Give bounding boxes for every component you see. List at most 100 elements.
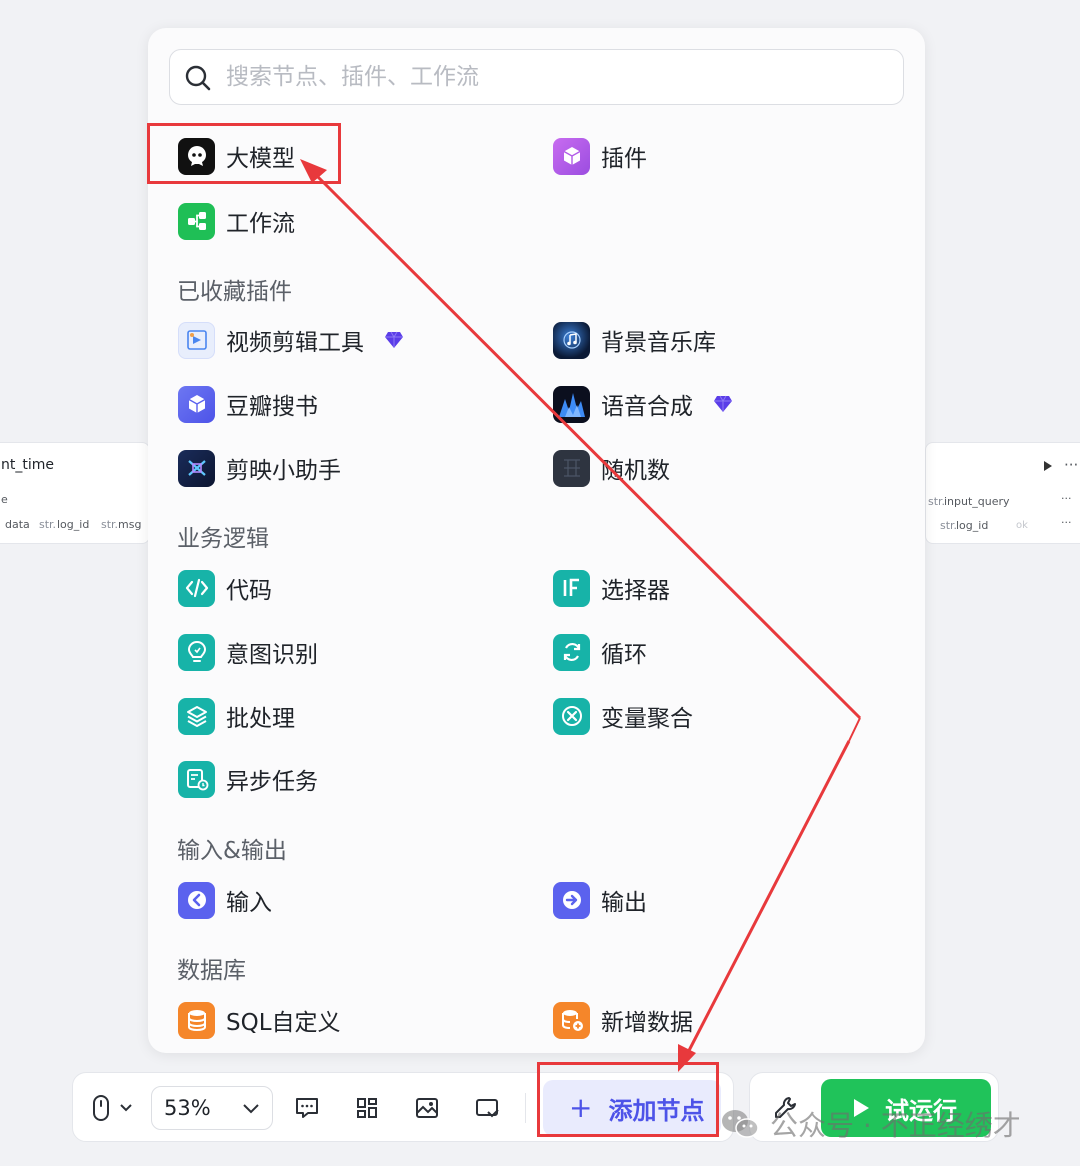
batch-layers-icon [178,697,215,735]
node-item-label: 循环 [601,642,647,668]
node-item-label: 背景音乐库 [601,330,716,356]
code-icon [178,569,215,607]
node-item-tts[interactable]: 语音合成 [553,384,733,424]
node-item-label: 工作流 [226,211,295,237]
more-icon[interactable]: ··· [1061,516,1072,529]
database-add-icon [553,1001,590,1039]
interaction-mode-button[interactable] [87,1091,137,1125]
database-icon [178,1001,215,1039]
node-item-loop[interactable]: 循环 [553,632,647,672]
node-field-prefix: str. [928,495,946,508]
jianying-icon [178,449,215,487]
node-item-douban[interactable]: 豆瓣搜书 [178,384,318,424]
node-item-label: 异步任务 [226,769,318,795]
node-field-msg: msg [118,518,142,531]
node-item-label: 代码 [226,578,272,604]
node-field-ok: ok [1016,520,1028,531]
premium-gem-icon [385,331,403,348]
node-field-data: data [5,518,30,531]
edge-style-icon [476,1099,499,1118]
node-item-code[interactable]: 代码 [178,568,272,608]
node-item-label: 批处理 [226,706,295,732]
comment-button[interactable] [289,1090,325,1126]
wechat-logo-icon [722,1110,759,1138]
node-item-random[interactable]: 随机数 [553,448,670,488]
watermark-text: 公众号 · 不正经绣才 [770,1109,1021,1142]
node-item-selector[interactable]: 选择器 [553,568,670,608]
canvas-node-right[interactable]: ··· str. input_query ··· str. log_id ok … [925,442,1080,544]
section-database: 数据库 [177,958,246,984]
comment-icon [296,1098,318,1118]
search-box[interactable] [169,49,904,105]
random-icon [553,449,590,487]
node-item-output[interactable]: 输出 [553,880,647,920]
mouse-icon [93,1095,109,1121]
minimap-button[interactable] [409,1090,445,1126]
node-item-plugin[interactable]: 插件 [553,136,647,176]
node-item-add-data[interactable]: 新增数据 [553,1000,693,1040]
node-item-input[interactable]: 输入 [178,880,272,920]
node-item-sql[interactable]: SQL自定义 [178,1000,341,1040]
workflow-icon [178,202,215,240]
auto-layout-button[interactable] [349,1090,385,1126]
node-item-label: 输出 [601,890,647,916]
zoom-select[interactable]: 53% [151,1086,273,1130]
more-icon[interactable]: ··· [1061,492,1072,505]
node-item-label: 剪映小助手 [226,458,341,484]
canvas-node-left[interactable]: nt_time e data str. log_id str. msg [0,442,150,544]
node-picker-panel: 大模型 插件 工作流 已收藏插件 视频剪辑工具 背景音乐库 豆瓣搜书 [148,28,925,1053]
toolbar-divider [525,1093,526,1123]
layout-grid-icon [357,1098,377,1118]
node-item-label: 语音合成 [601,394,693,420]
node-item-video-edit[interactable]: 视频剪辑工具 [178,320,404,360]
node-item-label: SQL自定义 [226,1010,341,1036]
node-field-log-id: log_id [956,519,989,532]
node-item-workflow[interactable]: 工作流 [178,201,295,241]
node-field-prefix: str. [940,519,958,532]
intent-bulb-icon [178,633,215,671]
video-edit-icon [178,321,215,359]
zoom-value: 53% [164,1096,211,1120]
node-item-llm[interactable]: 大模型 [178,136,295,176]
if-selector-icon [553,569,590,607]
play-icon[interactable] [1042,460,1054,472]
add-node-button[interactable]: + 添加节点 [543,1080,721,1136]
section-io: 输入&输出 [177,838,287,864]
node-item-label: 豆瓣搜书 [226,394,318,420]
plus-icon: + [569,1091,593,1124]
node-item-batch[interactable]: 批处理 [178,696,295,736]
line-style-button[interactable] [469,1090,505,1126]
node-field-input-query: input_query [944,495,1010,508]
loop-icon [553,633,590,671]
node-item-label: 大模型 [226,146,295,172]
output-icon [553,881,590,919]
book-cube-icon [178,385,215,423]
node-item-label: 随机数 [601,458,670,484]
node-item-bgm[interactable]: 背景音乐库 [553,320,716,360]
node-item-label: 视频剪辑工具 [226,330,364,356]
more-icon[interactable]: ··· [1064,456,1078,474]
waveform-icon [553,385,590,423]
node-field-log-id: log_id [57,518,90,531]
search-input[interactable] [226,58,886,96]
image-map-icon [416,1098,438,1118]
node-title: nt_time [1,457,54,473]
node-item-jianying[interactable]: 剪映小助手 [178,448,341,488]
node-item-label: 意图识别 [226,642,318,668]
music-library-icon [553,321,590,359]
chevron-down-icon [243,1104,259,1114]
node-item-label: 输入 [226,890,272,916]
node-item-async[interactable]: 异步任务 [178,759,318,799]
node-item-var-agg[interactable]: 变量聚合 [553,696,693,736]
node-field-prefix: str. [39,518,57,531]
node-subtitle: e [1,493,8,506]
variable-aggregate-icon [553,697,590,735]
search-icon [185,65,211,91]
premium-gem-icon [714,395,732,412]
node-item-intent[interactable]: 意图识别 [178,632,318,672]
input-icon [178,881,215,919]
node-item-label: 插件 [601,146,647,172]
async-task-icon [178,760,215,798]
llm-icon [178,137,215,175]
section-logic: 业务逻辑 [177,526,269,552]
